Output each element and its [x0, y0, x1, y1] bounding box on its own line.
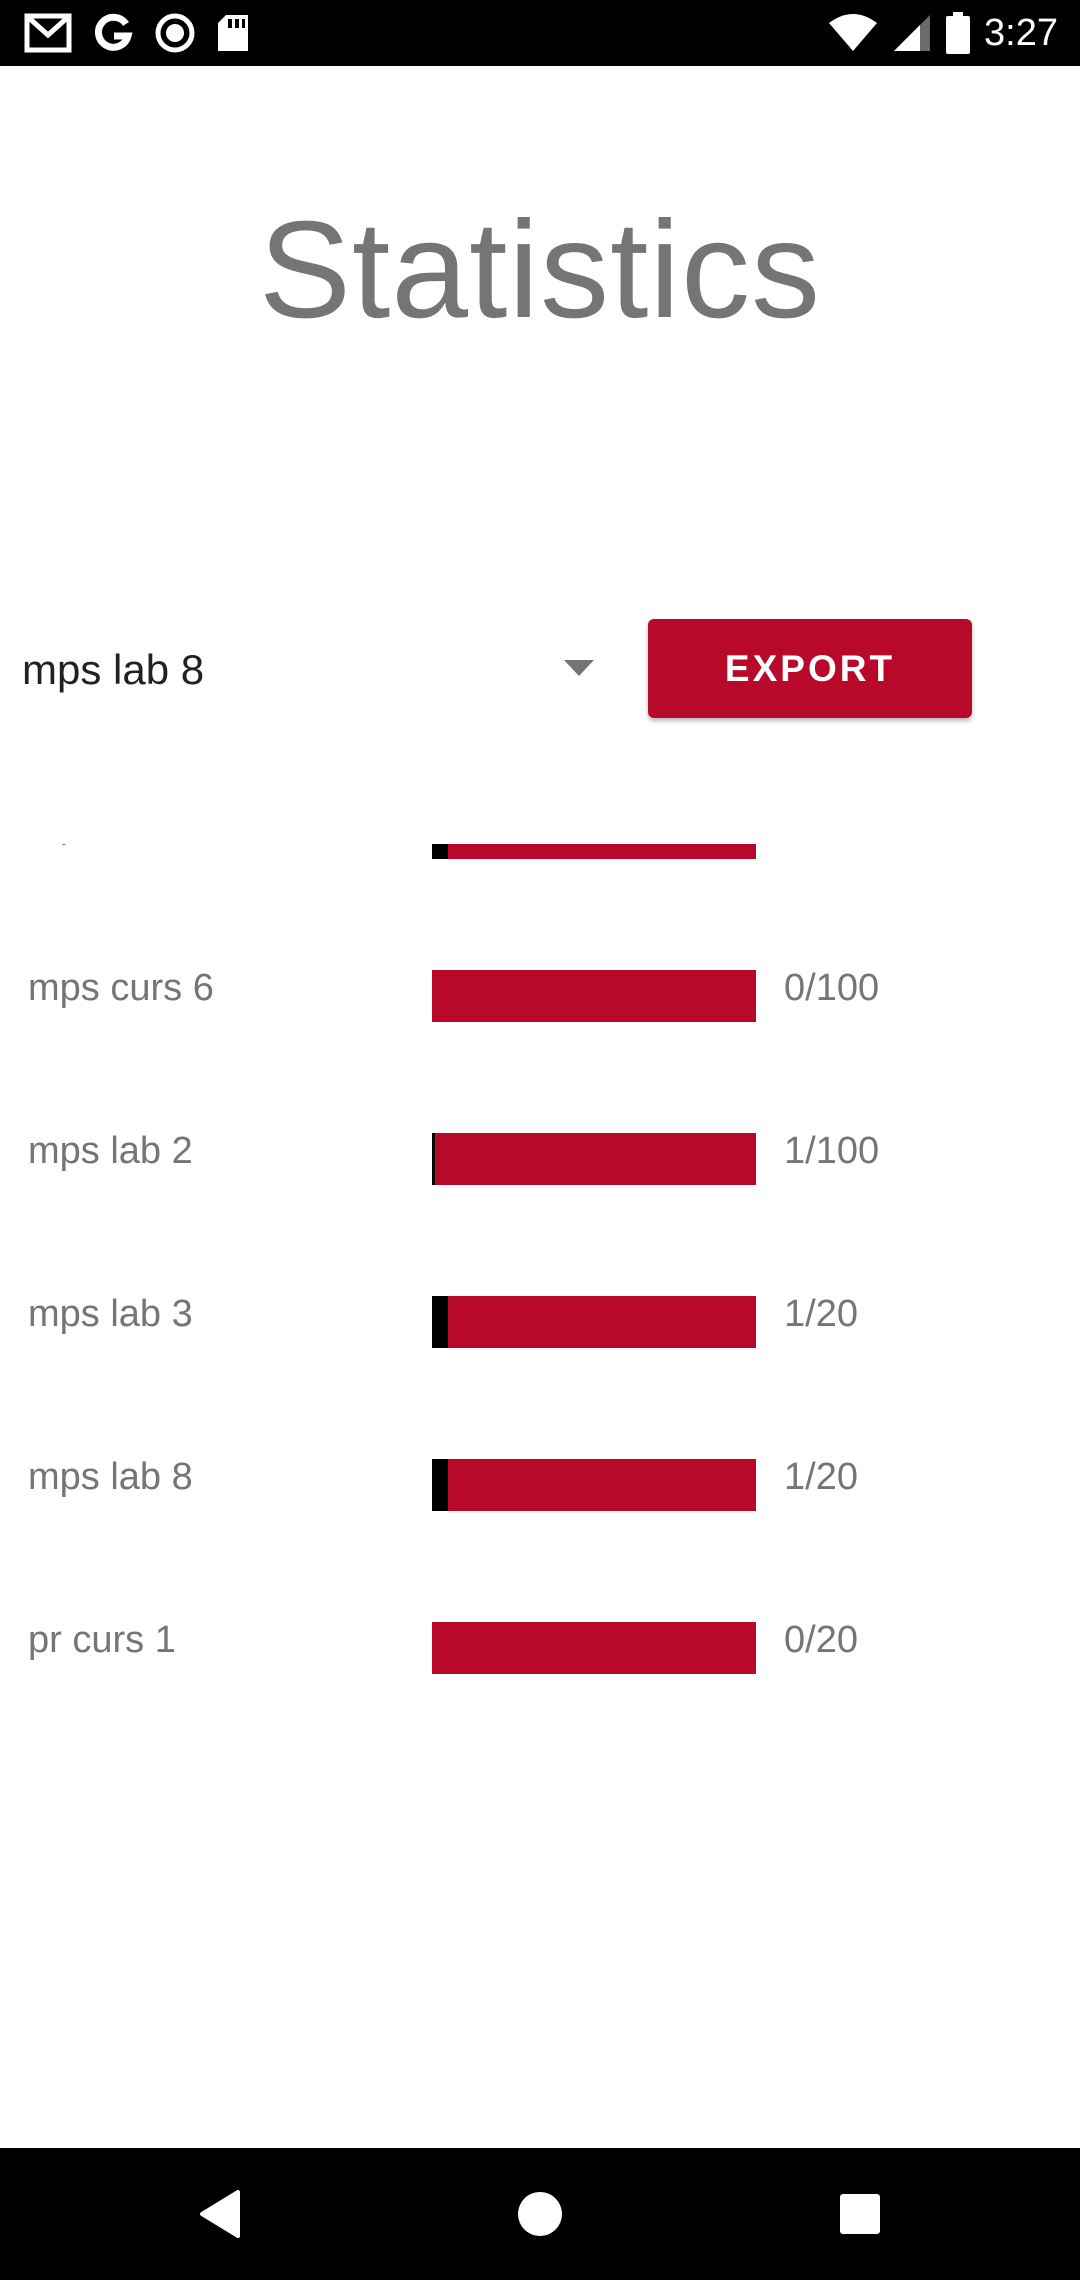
stat-count: 0/100: [784, 967, 880, 1009]
stat-name: mps curs 5: [28, 844, 214, 907]
stat-row: pr curs 1 0/20: [0, 1559, 1080, 1722]
dropdown-arrow-icon: [564, 660, 594, 676]
stat-row: mps curs 6 0/100: [0, 907, 1080, 1070]
stats-list-content: mps curs 5 1/20 mps curs 6 0/100 mps lab 2 1/…: [0, 844, 1080, 1722]
navigation-bar: [0, 2148, 1080, 2280]
recents-button[interactable]: [780, 2148, 940, 2280]
home-button[interactable]: [460, 2148, 620, 2280]
progress-bar-fill: [432, 1133, 436, 1185]
progress-bar: [432, 844, 756, 859]
stat-name: mps lab 8: [28, 1456, 193, 1498]
export-button[interactable]: EXPORT: [648, 619, 972, 718]
progress-bar: [432, 970, 756, 1022]
google-icon: [94, 13, 133, 51]
selected-item-label: mps lab 8: [22, 646, 205, 693]
progress-bar: [432, 1622, 756, 1674]
page-title: Statistics: [258, 193, 822, 347]
stat-name: mps lab 2: [28, 1130, 193, 1172]
progress-bar-fill: [432, 844, 449, 859]
stats-list[interactable]: mps curs 5 1/20 mps curs 6 0/100 mps lab 2 1/…: [0, 844, 1080, 2144]
status-bar: 3:27: [0, 0, 1080, 66]
stat-count: 1/20: [784, 1456, 858, 1498]
system-icons: 3:27: [828, 10, 1058, 56]
stat-row: mps lab 3 1/20: [0, 1233, 1080, 1396]
progress-bar: [432, 1133, 756, 1185]
stat-count: 1/20: [784, 1293, 858, 1335]
progress-bar-fill: [432, 1459, 449, 1511]
battery-icon: [946, 12, 971, 54]
back-button[interactable]: [140, 2148, 300, 2280]
stat-row: mps lab 2 1/100: [0, 1070, 1080, 1233]
stat-name: mps lab 3: [28, 1293, 193, 1335]
back-icon: [200, 2190, 240, 2238]
stat-count: 0/20: [784, 1619, 858, 1661]
home-icon: [518, 2192, 562, 2236]
stat-name: mps curs 6: [28, 967, 214, 1009]
record-icon: [155, 13, 195, 53]
gmail-icon: [24, 13, 72, 53]
clock: 3:27: [984, 12, 1058, 54]
stat-count: 1/20: [784, 844, 858, 907]
stat-row: mps lab 8 1/20: [0, 1396, 1080, 1559]
notification-icons: [24, 10, 250, 56]
stat-name: pr curs 1: [28, 1619, 176, 1661]
progress-bar: [432, 1296, 756, 1348]
item-selector-dropdown[interactable]: mps lab 8: [22, 620, 602, 720]
recents-icon: [840, 2194, 880, 2234]
progress-bar: [432, 1459, 756, 1511]
sd-card-icon: [218, 15, 248, 51]
stat-count: 1/100: [784, 1130, 880, 1172]
progress-bar-fill: [432, 1296, 449, 1348]
stat-row: mps curs 5 1/20: [0, 844, 1080, 907]
wifi-icon: [829, 14, 878, 51]
signal-icon: [894, 15, 931, 51]
